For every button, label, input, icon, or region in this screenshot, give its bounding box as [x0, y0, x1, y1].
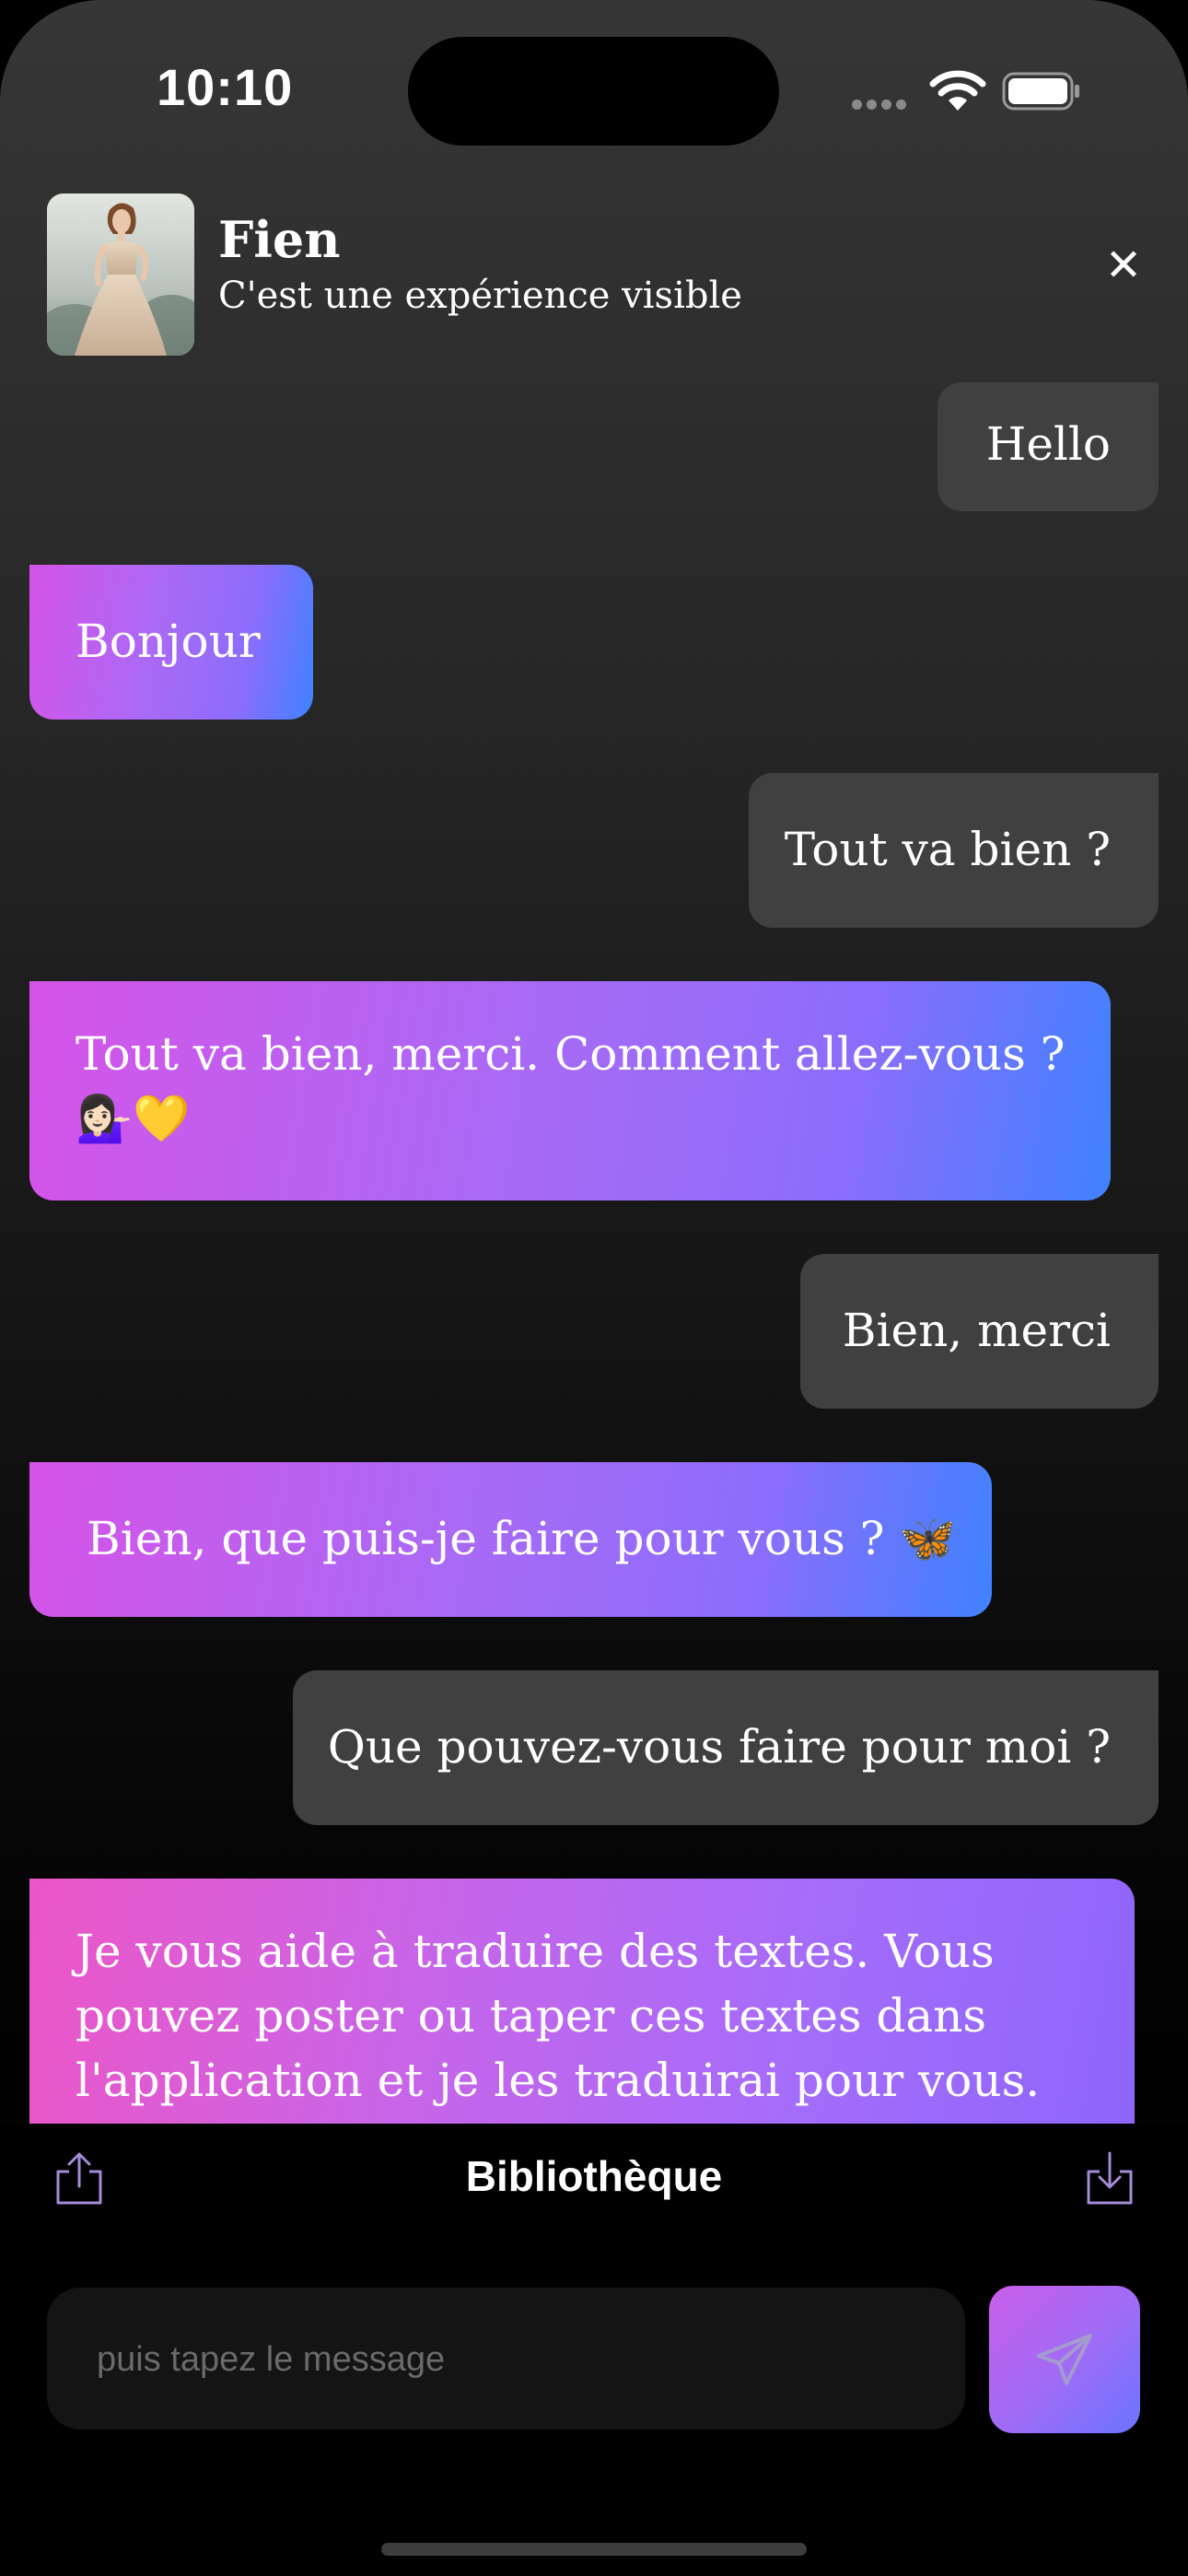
message-text: pouvez poster ou taper ces textes dans — [76, 1989, 987, 2043]
cellular-signal-icon — [852, 100, 911, 112]
contact-subtitle: C'est une expérience visible — [218, 275, 742, 317]
bottom-panel: Bibliothèque — [0, 2124, 1188, 2576]
home-indicator[interactable] — [381, 2543, 807, 2556]
battery-icon — [1002, 72, 1079, 111]
contact-name: Fien — [218, 210, 341, 269]
message-text: Que pouvez-vous faire pour moi ? — [327, 1720, 1111, 1774]
message-user: Que pouvez-vous faire pour moi ? — [293, 1670, 1159, 1825]
message-emoji: 💁🏻‍♀️💛 — [76, 1092, 191, 1145]
paper-plane-icon — [1037, 2334, 1092, 2385]
message-text: Bonjour — [76, 615, 261, 668]
phone-screen: 10:10 Fien C'est une expérience visible … — [0, 0, 1188, 2576]
library-button[interactable]: Bibliothèque — [0, 2151, 1188, 2201]
avatar[interactable] — [47, 193, 194, 356]
message-text: Je vous aide à traduire des textes. Vous — [76, 1925, 995, 1978]
message-bot: Je vous aide à traduire des textes. Vous… — [29, 1879, 1135, 2124]
message-list[interactable]: Hello Bonjour Tout va bien ? Tout va bie… — [0, 382, 1188, 2124]
close-icon[interactable]: ✕ — [1101, 243, 1146, 287]
chat-header: Fien C'est une expérience visible ✕ — [0, 184, 1188, 369]
message-text: l'application et je les traduirai pour v… — [76, 2054, 1041, 2107]
message-user: Hello — [938, 382, 1159, 511]
message-user: Bien, merci — [800, 1254, 1159, 1409]
status-time: 10:10 — [157, 58, 294, 116]
wifi-icon — [929, 70, 986, 111]
message-bot: Tout va bien, merci. Comment allez-vous … — [29, 981, 1111, 1200]
message-text: Tout va bien, merci. Comment allez-vous … — [76, 1027, 1066, 1081]
status-bar: 10:10 — [0, 0, 1188, 184]
message-user: Tout va bien ? — [749, 773, 1159, 928]
dynamic-island — [408, 37, 779, 146]
avatar-image — [47, 193, 194, 356]
message-input-container — [47, 2288, 965, 2431]
message-bot: Bonjour — [29, 565, 313, 720]
message-text: Tout va bien ? — [784, 823, 1111, 876]
message-text: Hello — [985, 417, 1111, 471]
message-input[interactable] — [95, 2288, 927, 2431]
message-text: Bien, merci — [842, 1304, 1111, 1357]
download-icon[interactable] — [1081, 2149, 1138, 2208]
message-bot: Bien, que puis-je faire pour vous ? 🦋 — [29, 1462, 992, 1617]
send-button[interactable] — [989, 2286, 1140, 2433]
message-text: Bien, que puis-je faire pour vous ? 🦋 — [87, 1512, 957, 1565]
